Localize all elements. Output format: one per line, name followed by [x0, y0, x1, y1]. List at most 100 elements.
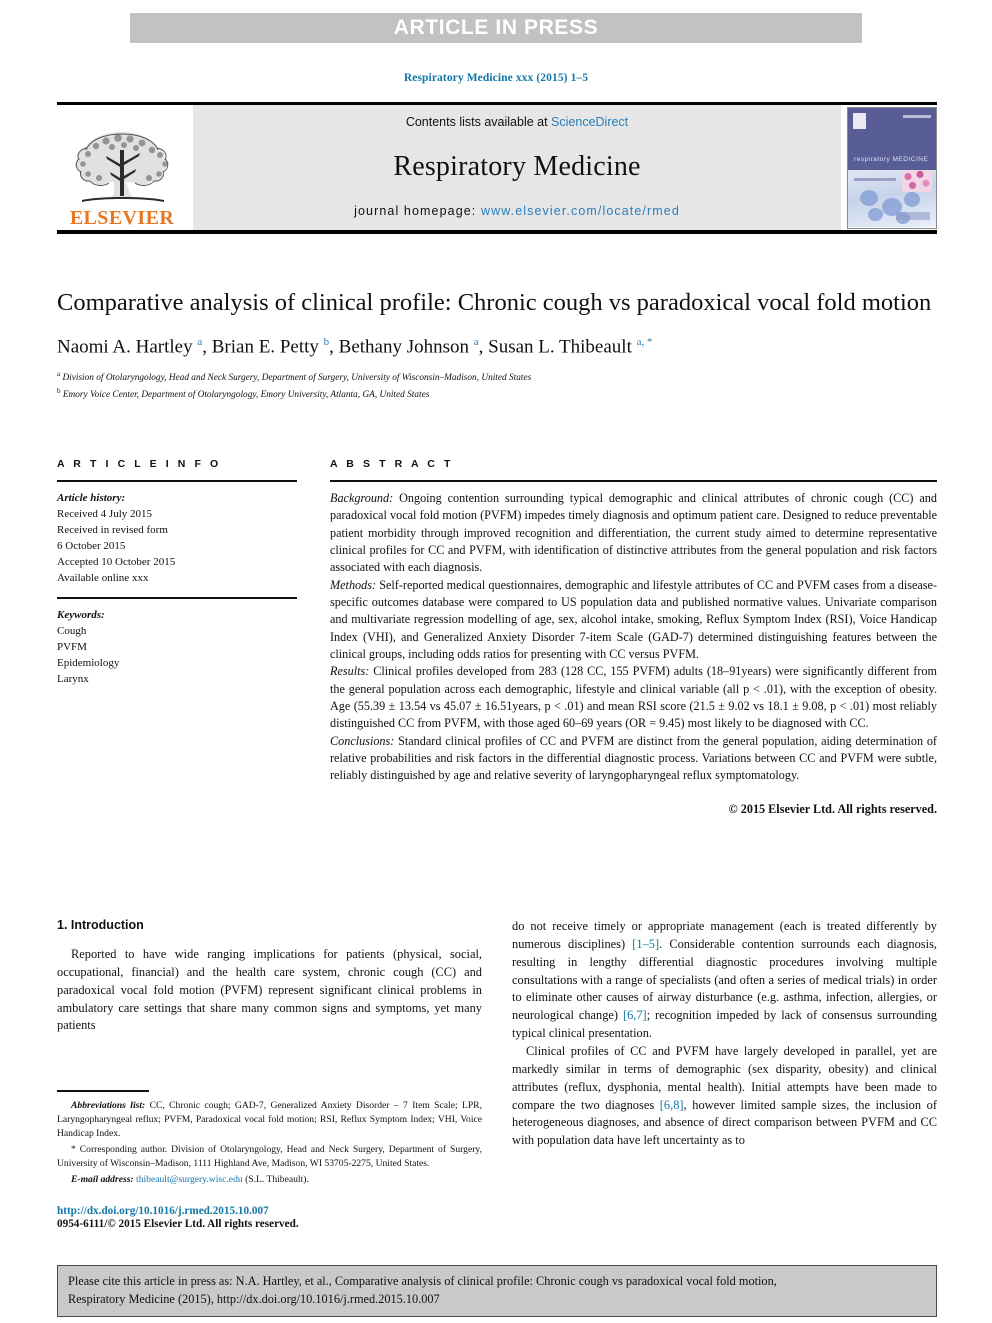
abstract-background-label: Background: — [330, 491, 394, 505]
abstract-column: A B S T R A C T Background: Ongoing cont… — [330, 458, 937, 817]
citation-line-1: Please cite this article in press as: N.… — [68, 1274, 777, 1288]
abstract-body: Background: Ongoing contention surroundi… — [330, 490, 937, 785]
history-item: Available online xxx — [57, 572, 149, 585]
keyword-item: Larynx — [57, 673, 89, 686]
affiliations: a Division of Otolaryngology, Head and N… — [57, 369, 937, 402]
body-left-column: 1. Introduction Reported to have wide ra… — [57, 918, 482, 1230]
title-block: Comparative analysis of clinical profile… — [57, 288, 937, 402]
running-head-citation: Respiratory Medicine xxx (2015) 1–5 — [403, 72, 589, 84]
footnote-rule — [57, 1090, 149, 1092]
body-right-column: do not receive timely or appropriate man… — [512, 918, 937, 1150]
citation-line-2: Respiratory Medicine (2015), http://dx.d… — [68, 1291, 440, 1306]
article-in-press-label: ARTICLE IN PRESS — [393, 16, 599, 39]
author-affil-marker: a, * — [636, 335, 653, 348]
elsevier-logo: ELSEVIER — [57, 105, 187, 230]
cover-journal-title: respiratory MEDICINE — [854, 155, 929, 163]
abstract-methods-label: Methods: — [330, 577, 377, 592]
keyword-item: Cough — [57, 624, 87, 637]
affil-marker-b: b — [57, 386, 61, 395]
footnote-corresponding-author: * Corresponding author. Division of Otol… — [57, 1143, 482, 1169]
affiliation-a: a Division of Otolaryngology, Head and N… — [57, 369, 937, 386]
abstract-background-text: Ongoing contention surrounding typical d… — [330, 491, 937, 575]
keyword-item: Epidemiology — [57, 657, 120, 670]
abstract-methods-text: Self-reported medical questionnaires, de… — [330, 577, 937, 661]
cover-cell-blob — [860, 189, 878, 206]
intro-paragraph-1-continued: do not receive timely or appropriate man… — [512, 918, 937, 1043]
cover-cell-blob — [868, 207, 883, 221]
copyright-line: © 2015 Elsevier Ltd. All rights reserved… — [728, 801, 937, 816]
sciencedirect-link[interactable]: ScienceDirect — [551, 115, 628, 129]
homepage-prefix: journal homepage: — [354, 204, 481, 218]
abstract-results: Results: Clinical profiles developed fro… — [330, 663, 937, 732]
masthead-center-panel: Contents lists available at ScienceDirec… — [193, 105, 841, 230]
abstract-rule — [330, 480, 937, 482]
abstract-conclusions: Conclusions: Standard clinical profiles … — [330, 733, 937, 785]
abstract-results-label: Results: — [330, 664, 370, 679]
author-affil-marker: a — [473, 335, 479, 348]
intro-paragraph-2: Clinical profiles of CC and PVFM have la… — [512, 1043, 937, 1150]
cover-elsevier-icon — [853, 112, 866, 129]
email-suffix: (S.L. Thibeault). — [242, 1173, 309, 1185]
article-history-label: Article history: — [57, 492, 126, 504]
history-item: Accepted 10 October 2015 — [57, 556, 176, 569]
affiliation-a-text: Division of Otolaryngology, Head and Nec… — [62, 373, 532, 384]
contents-lists-prefix: Contents lists available at — [405, 115, 552, 129]
cover-subtitle-bar — [854, 177, 896, 181]
article-info-rule — [57, 480, 297, 482]
cover-issue-line — [903, 114, 931, 118]
info-abstract-columns: A R T I C L E I N F O Article history: R… — [57, 458, 937, 817]
keywords-block: Keywords: Cough PVFM Epidemiology Larynx — [57, 607, 297, 687]
author-affil-marker: b — [323, 335, 330, 348]
affil-marker-a: a — [57, 370, 61, 378]
article-info-heading: A R T I C L E I N F O — [57, 458, 222, 470]
journal-masthead: ELSEVIER Contents lists available at Sci… — [57, 102, 937, 234]
homepage-url-link[interactable]: www.elsevier.com/locate/rmed — [481, 204, 680, 218]
article-info-column: A R T I C L E I N F O Article history: R… — [57, 458, 297, 817]
doi-link[interactable]: http://dx.doi.org/10.1016/j.rmed.2015.10… — [57, 1205, 482, 1217]
section-heading-introduction: 1. Introduction — [57, 918, 144, 932]
cover-histology-inset — [902, 169, 932, 192]
abbreviations-label: Abbreviations list: — [71, 1099, 146, 1111]
page-title: Comparative analysis of clinical profile… — [57, 289, 932, 316]
masthead-bottom-rule — [57, 230, 937, 234]
keywords-rule — [57, 597, 297, 599]
cite-this-article-box: Please cite this article in press as: N.… — [57, 1265, 937, 1317]
column-gap — [297, 458, 330, 817]
keywords-label: Keywords: — [57, 608, 105, 621]
journal-title: Respiratory Medicine — [393, 150, 641, 182]
history-item: 6 October 2015 — [57, 540, 126, 553]
intro-paragraph-1: Reported to have wide ranging implicatio… — [57, 947, 482, 1033]
abstract-conclusions-text: Standard clinical profiles of CC and PVF… — [330, 733, 937, 783]
affiliation-b-text: Emory Voice Center, Department of Otolar… — [62, 389, 430, 400]
citation-ref-1-5[interactable]: [1–5] — [632, 937, 659, 951]
journal-homepage-line: journal homepage: www.elsevier.com/locat… — [354, 204, 680, 218]
article-in-press-banner: ARTICLE IN PRESS — [130, 13, 862, 43]
history-item: Received in revised form — [57, 524, 168, 537]
contents-lists-line: Contents lists available at ScienceDirec… — [406, 115, 628, 129]
author-affil-marker: a — [197, 335, 203, 348]
abstract-methods: Methods: Self-reported medical questionn… — [330, 577, 937, 664]
history-item: Received 4 July 2015 — [57, 508, 153, 521]
affiliation-b: b Emory Voice Center, Department of Otol… — [57, 386, 937, 403]
citation-ref-6-8[interactable]: [6,8] — [660, 1098, 684, 1112]
cover-caption-bar — [896, 211, 930, 220]
footnote-abbreviations: Abbreviations list: CC, Chronic cough; G… — [57, 1099, 482, 1141]
doi-block: http://dx.doi.org/10.1016/j.rmed.2015.10… — [57, 1205, 482, 1230]
citation-ref-6-7[interactable]: [6,7] — [623, 1008, 647, 1022]
body-columns: 1. Introduction Reported to have wide ra… — [57, 918, 937, 1230]
abstract-results-text: Clinical profiles developed from 283 (12… — [330, 664, 937, 731]
email-label: E-mail address: — [71, 1173, 134, 1185]
article-history: Article history: Received 4 July 2015 Re… — [57, 490, 297, 586]
abstract-background: Background: Ongoing contention surroundi… — [330, 490, 937, 577]
email-link[interactable]: thibeault@surgery.wisc.edu — [136, 1174, 243, 1185]
elsevier-tree-icon — [75, 132, 169, 202]
keyword-item: PVFM — [57, 640, 87, 653]
elsevier-wordmark: ELSEVIER — [69, 207, 175, 229]
abstract-heading: A B S T R A C T — [330, 458, 454, 470]
author-list: Naomi A. Hartley a, Brian E. Petty b, Be… — [57, 335, 653, 358]
journal-cover-thumbnail: respiratory MEDICINE — [847, 106, 937, 229]
cover-cell-blob — [904, 191, 920, 207]
footnote-area: Abbreviations list: CC, Chronic cough; G… — [57, 1090, 482, 1230]
footnote-email: E-mail address: thibeault@surgery.wisc.e… — [57, 1173, 482, 1187]
issn-copyright: 0954-6111/© 2015 Elsevier Ltd. All right… — [57, 1218, 299, 1231]
